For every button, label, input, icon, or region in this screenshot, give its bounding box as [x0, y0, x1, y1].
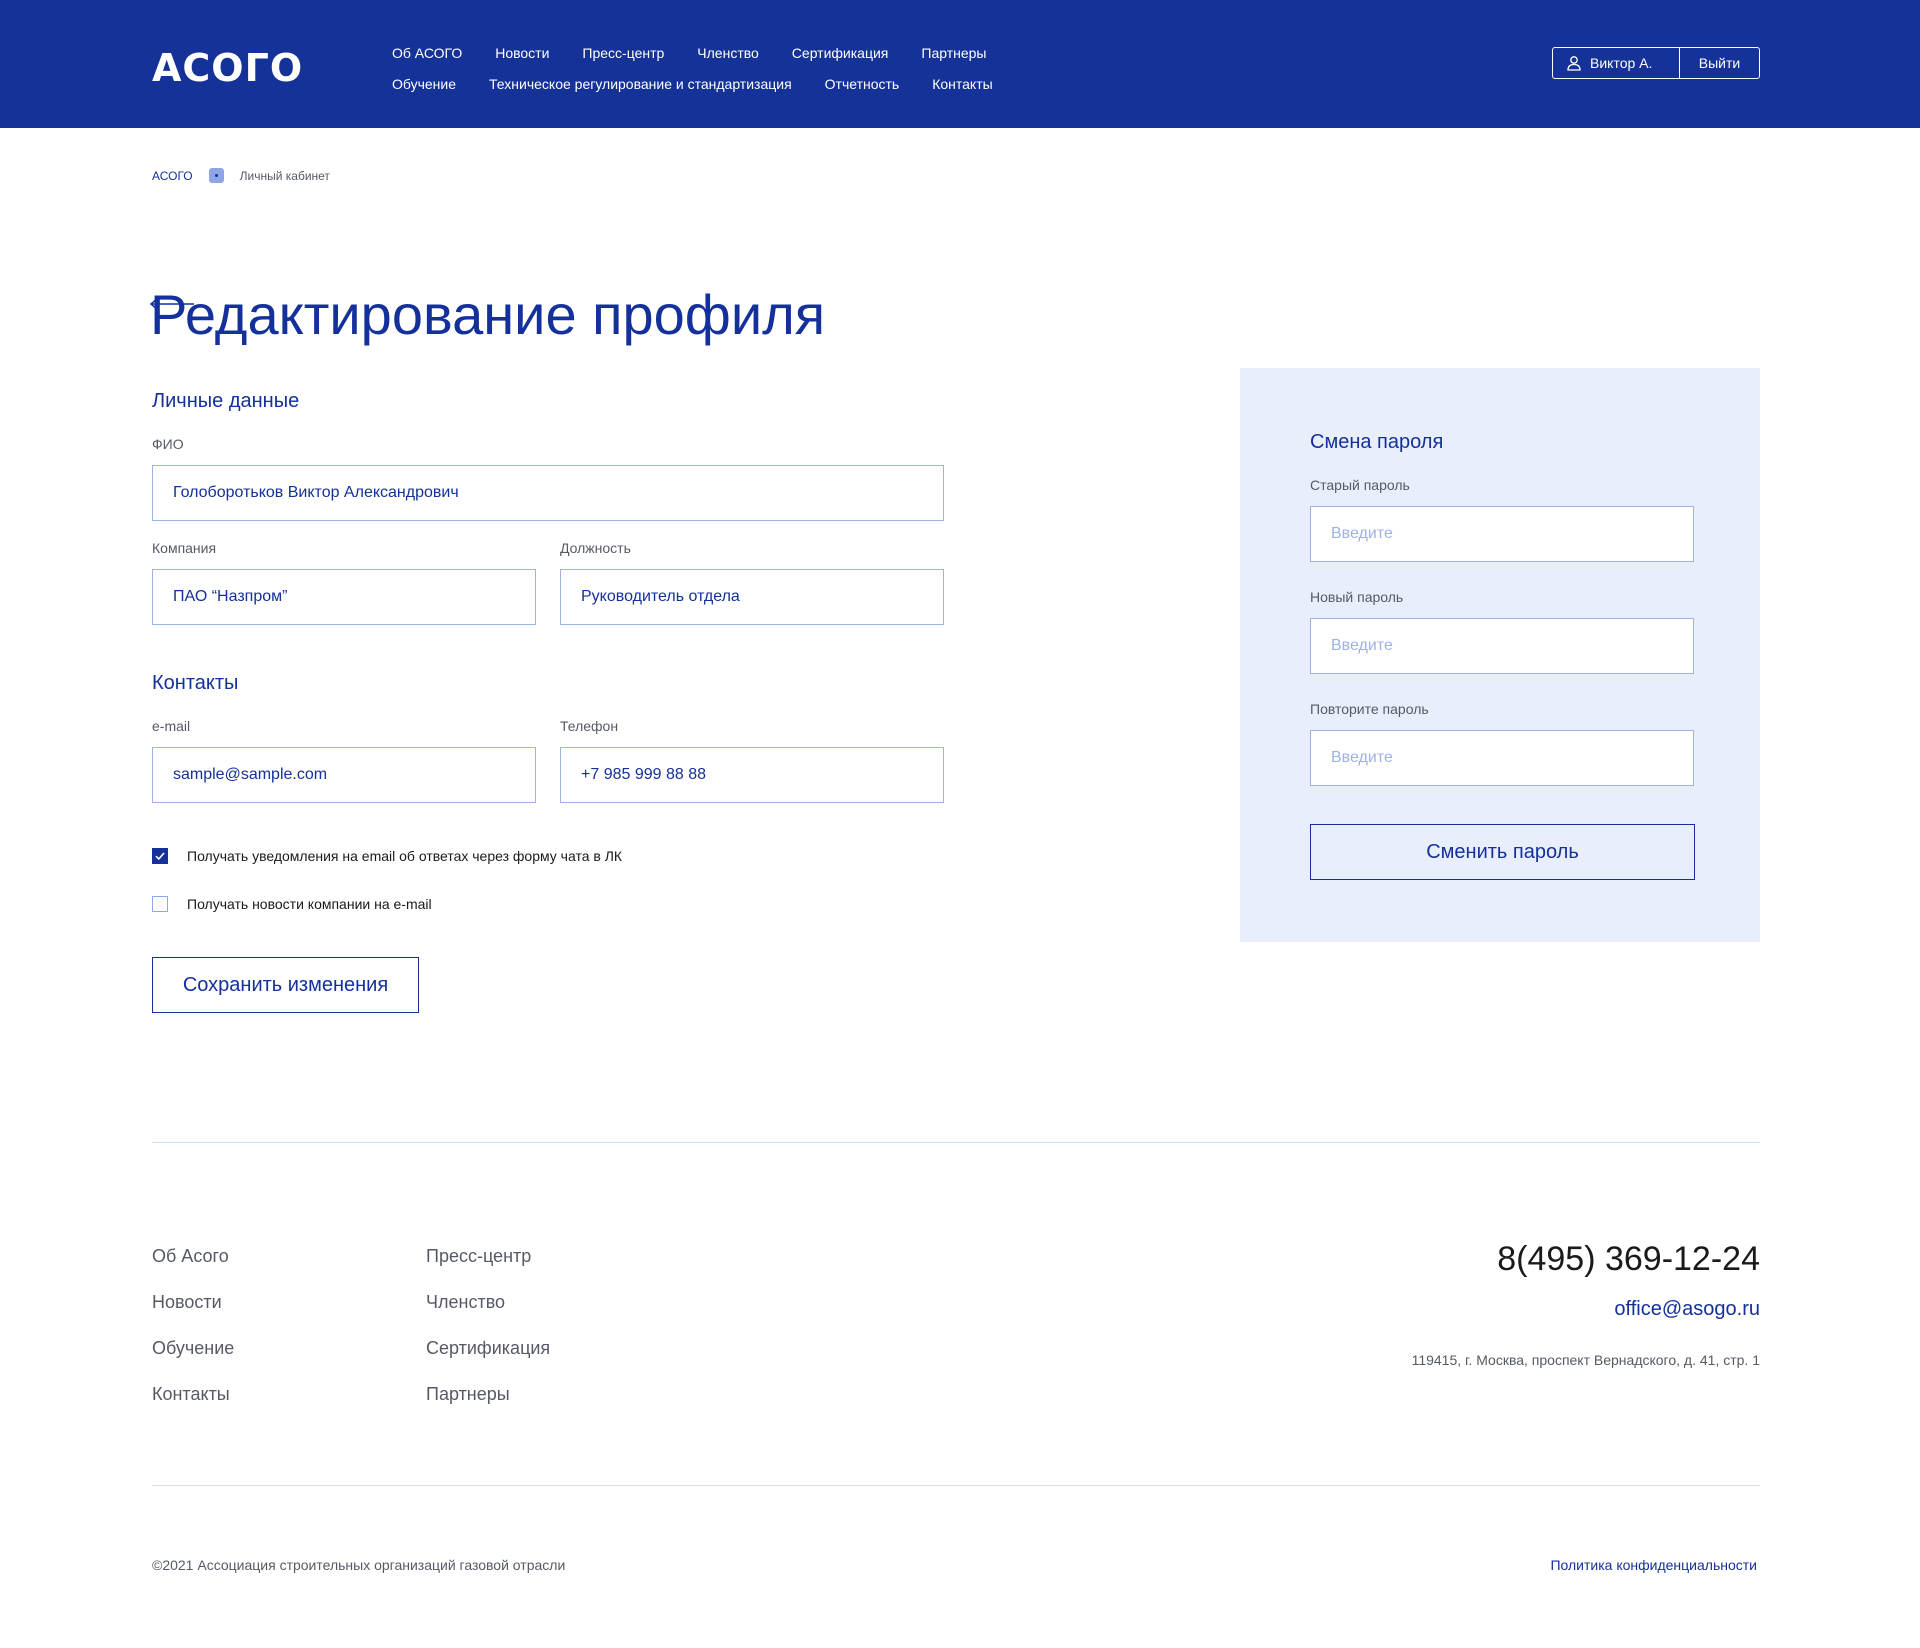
nav-link-contacts[interactable]: Контакты	[932, 76, 992, 92]
breadcrumb-separator-icon	[208, 168, 224, 183]
footer-link-press-center[interactable]: Пресс-центр	[426, 1246, 531, 1267]
nav-link-training[interactable]: Обучение	[392, 76, 456, 92]
repeat-password-input[interactable]	[1310, 730, 1694, 786]
notify-chat-label: Получать уведомления на email об ответах…	[187, 848, 623, 864]
logout-button[interactable]: Выйти	[1680, 48, 1759, 78]
footer-phone[interactable]: 8(495) 369-12-24	[1497, 1240, 1760, 1279]
footer-divider-bottom	[152, 1485, 1760, 1486]
position-label: Должность	[560, 540, 631, 556]
main-nav-row-1: Об АСОГО Новости Пресс-центр Членство Се…	[392, 45, 987, 61]
footer-link-about[interactable]: Об Асого	[152, 1246, 229, 1267]
footer-divider-top	[152, 1142, 1760, 1143]
main-nav-row-2: Обучение Техническое регулирование и ста…	[392, 76, 993, 92]
user-profile-button[interactable]: Виктор А.	[1553, 48, 1680, 78]
change-password-button[interactable]: Сменить пароль	[1310, 824, 1695, 880]
password-change-title: Смена пароля	[1310, 431, 1444, 453]
page-title: Редактирование профиля	[150, 283, 826, 346]
breadcrumb-current: Личный кабинет	[239, 168, 330, 183]
fio-label: ФИО	[152, 436, 184, 452]
nav-link-reports[interactable]: Отчетность	[825, 76, 900, 92]
user-name: Виктор А.	[1590, 55, 1653, 71]
new-password-label: Новый пароль	[1310, 589, 1404, 605]
logo[interactable]: АСОГО	[152, 46, 303, 90]
notify-chat-checkbox[interactable]	[152, 848, 168, 864]
footer-link-membership[interactable]: Членство	[426, 1292, 505, 1313]
footer-link-training[interactable]: Обучение	[152, 1338, 234, 1359]
breadcrumb: АСОГО Личный кабинет	[152, 168, 330, 183]
contacts-title: Контакты	[152, 672, 239, 694]
news-email-checkbox[interactable]	[152, 896, 168, 912]
company-label: Компания	[152, 540, 217, 556]
user-menu: Виктор А. Выйти	[1552, 47, 1760, 79]
nav-link-partners[interactable]: Партнеры	[921, 45, 986, 61]
copyright: ©2021 Ассоциация строительных организаци…	[152, 1557, 566, 1573]
nav-link-certification[interactable]: Сертификация	[792, 45, 889, 61]
footer-link-contacts[interactable]: Контакты	[152, 1384, 230, 1405]
position-input[interactable]	[560, 569, 944, 625]
footer-link-partners[interactable]: Партнеры	[426, 1384, 510, 1405]
footer-address: 119415, г. Москва, проспект Вернадского,…	[1411, 1352, 1760, 1368]
new-password-input[interactable]	[1310, 618, 1694, 674]
nav-link-about[interactable]: Об АСОГО	[392, 45, 462, 61]
privacy-policy-link[interactable]: Политика конфиденциальности	[1550, 1557, 1757, 1573]
user-icon	[1567, 56, 1581, 71]
breadcrumb-home-link[interactable]: АСОГО	[152, 169, 193, 183]
news-email-label: Получать новости компании на e-mail	[187, 896, 432, 912]
footer-link-news[interactable]: Новости	[152, 1292, 222, 1313]
fio-input[interactable]	[152, 465, 944, 521]
save-changes-button[interactable]: Сохранить изменения	[152, 957, 419, 1013]
checkmark-icon	[155, 852, 165, 861]
personal-data-title: Личные данные	[152, 390, 300, 412]
phone-label: Телефон	[560, 718, 619, 734]
repeat-password-label: Повторите пароль	[1310, 701, 1429, 717]
old-password-label: Старый пароль	[1310, 477, 1410, 493]
nav-link-membership[interactable]: Членство	[697, 45, 759, 61]
site-header: АСОГО Об АСОГО Новости Пресс-центр Членс…	[0, 0, 1920, 128]
footer-email-link[interactable]: office@asogo.ru	[1614, 1298, 1760, 1321]
news-email-option[interactable]: Получать новости компании на e-mail	[152, 896, 432, 912]
email-input[interactable]	[152, 747, 536, 803]
notify-chat-option[interactable]: Получать уведомления на email об ответах…	[152, 848, 622, 864]
nav-link-news[interactable]: Новости	[495, 45, 549, 61]
nav-link-tech-regulation[interactable]: Техническое регулирование и стандартизац…	[489, 76, 792, 92]
email-label: e-mail	[152, 718, 191, 734]
nav-link-press-center[interactable]: Пресс-центр	[582, 45, 664, 61]
footer-link-certification[interactable]: Сертификация	[426, 1338, 550, 1359]
phone-input[interactable]	[560, 747, 944, 803]
old-password-input[interactable]	[1310, 506, 1694, 562]
company-input[interactable]	[152, 569, 536, 625]
